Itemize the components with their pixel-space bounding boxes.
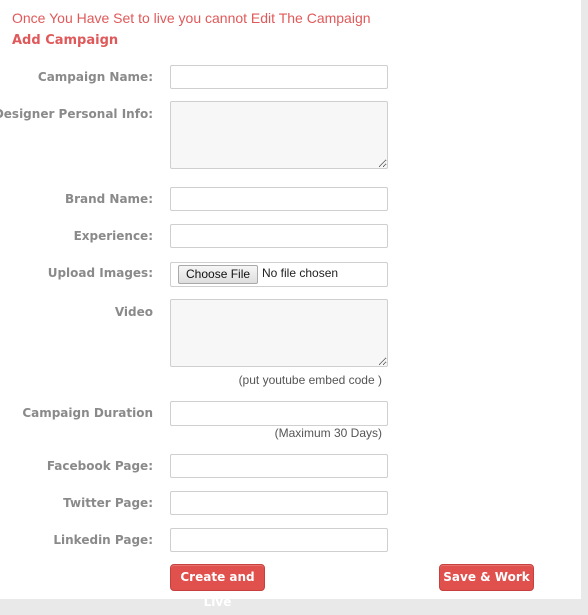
- video-label: Video: [114, 305, 153, 319]
- twitter-page-input[interactable]: [170, 491, 388, 515]
- video-hint: (put youtube embed code ): [238, 373, 382, 387]
- campaign-duration-label: Campaign Duration: [22, 406, 153, 420]
- create-and-live-button[interactable]: Create and Live: [170, 564, 265, 609]
- campaign-name-input[interactable]: [170, 65, 388, 89]
- facebook-page-label: Facebook Page:: [46, 459, 153, 473]
- upload-images-label: Upload Images:: [47, 266, 153, 280]
- file-status: No file chosen: [262, 266, 339, 280]
- save-and-work-button[interactable]: Save & Work: [439, 564, 534, 591]
- designer-info-textarea[interactable]: [170, 101, 388, 169]
- video-textarea[interactable]: [170, 299, 388, 367]
- experience-input[interactable]: [170, 224, 388, 248]
- twitter-page-label: Twitter Page:: [63, 496, 153, 510]
- designer-info-label: Designer Personal Info:: [0, 107, 153, 121]
- edit-warning-notice: Once You Have Set to live you cannot Edi…: [12, 10, 371, 26]
- linkedin-page-input[interactable]: [170, 528, 388, 552]
- facebook-page-input[interactable]: [170, 454, 388, 478]
- brand-name-label: Brand Name:: [64, 192, 153, 206]
- brand-name-input[interactable]: [170, 187, 388, 211]
- campaign-duration-input[interactable]: [170, 401, 388, 426]
- page-title: Add Campaign: [12, 33, 119, 48]
- choose-file-button[interactable]: Choose File: [178, 265, 259, 284]
- experience-label: Experience:: [73, 229, 153, 243]
- add-campaign-panel: Once You Have Set to live you cannot Edi…: [0, 0, 581, 609]
- duration-hint: (Maximum 30 Days): [274, 426, 382, 440]
- campaign-name-label: Campaign Name:: [37, 70, 153, 84]
- upload-images-field[interactable]: Choose File No file chosen: [170, 262, 388, 287]
- linkedin-page-label: Linkedin Page:: [53, 533, 153, 547]
